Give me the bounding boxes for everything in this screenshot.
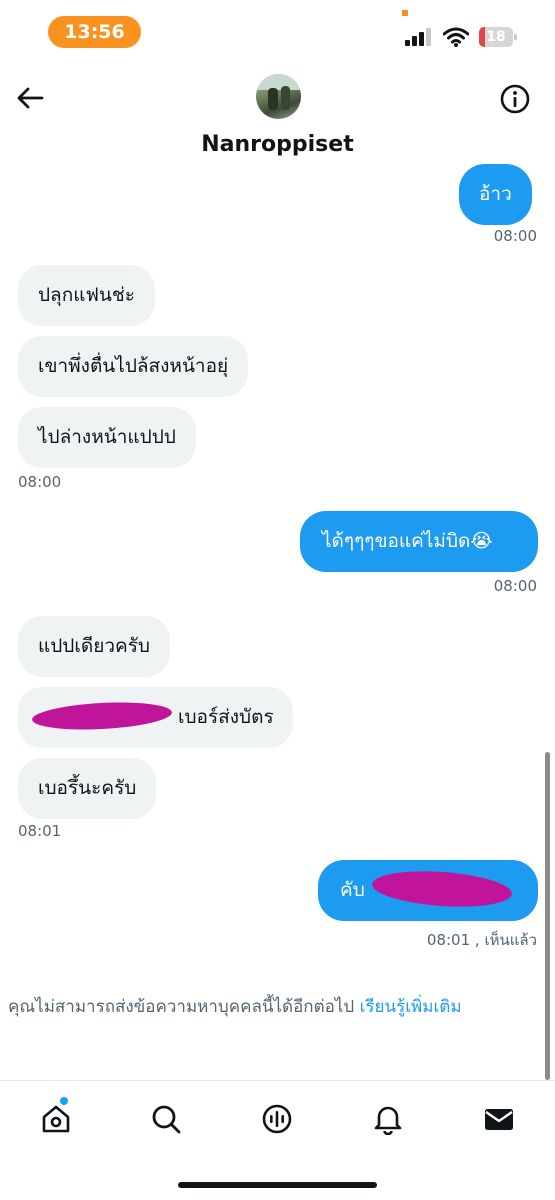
message-bubble-outgoing[interactable]: อ้าว bbox=[459, 164, 532, 225]
message-timestamp: 08:00 bbox=[493, 577, 537, 595]
message-timestamp: 08:00 bbox=[18, 473, 62, 491]
nav-messages[interactable] bbox=[479, 1099, 519, 1139]
arrow-left-icon bbox=[17, 87, 44, 109]
battery-level: 18 bbox=[486, 29, 506, 45]
status-time: 13:56 bbox=[48, 16, 141, 48]
home-icon bbox=[42, 1105, 70, 1133]
mail-icon bbox=[485, 1109, 513, 1130]
message-bubble-incoming[interactable]: ไปล่างหน้าแปปป bbox=[18, 407, 196, 468]
privacy-indicator-dot bbox=[402, 10, 408, 16]
message-timestamp: 08:01 bbox=[18, 822, 62, 840]
message-bubble-incoming[interactable]: เบอรึ้นะครับ bbox=[18, 758, 157, 819]
learn-more-link[interactable]: เรียนรู้เพิ่มเติม bbox=[360, 997, 462, 1017]
notification-dot bbox=[60, 1097, 68, 1105]
battery-cap bbox=[514, 34, 517, 40]
scrollbar[interactable] bbox=[545, 752, 550, 1080]
nav-notifications[interactable] bbox=[368, 1099, 408, 1139]
notice-text: คุณไม่สามารถส่งข้อความหาบุคคลนี้ได้อีกต่… bbox=[8, 997, 355, 1017]
message-timestamp: 08:00 bbox=[493, 227, 537, 245]
message-bubble-incoming[interactable]: แปปเดียวครับ bbox=[18, 616, 170, 677]
message-bubble-outgoing[interactable]: ได้ๆๆๆขอแค่ไม่บิด😭 bbox=[300, 511, 538, 572]
cannot-message-notice: คุณไม่สามารถส่งข้อความหาบุคคลนี้ได้อีกต่… bbox=[8, 993, 553, 1020]
wifi-icon bbox=[443, 27, 469, 47]
back-button[interactable] bbox=[12, 80, 48, 116]
spaces-icon bbox=[262, 1104, 292, 1134]
bottom-navigation bbox=[0, 1080, 555, 1200]
avatar-sky bbox=[256, 74, 301, 90]
battery-indicator: 18 bbox=[479, 27, 517, 47]
bell-icon bbox=[374, 1106, 402, 1135]
contact-name[interactable]: Nanroppiset bbox=[0, 132, 555, 157]
cellular-signal-icon bbox=[405, 28, 431, 46]
message-timestamp-seen: 08:01 , เห็นแล้ว bbox=[426, 931, 537, 949]
nav-search[interactable] bbox=[146, 1099, 186, 1139]
conversation-header: Nanroppiset bbox=[0, 62, 555, 162]
avatar[interactable] bbox=[256, 74, 301, 119]
message-bubble-incoming[interactable]: เขาพึ่งตื่นไปล้สงหน้าอยุ่ bbox=[18, 336, 249, 397]
nav-home[interactable] bbox=[36, 1097, 76, 1139]
nav-spaces[interactable] bbox=[257, 1099, 297, 1139]
info-circle-icon bbox=[500, 84, 530, 114]
status-bar: 13:56 18 bbox=[0, 0, 555, 62]
info-button[interactable] bbox=[496, 80, 534, 118]
avatar-figure bbox=[268, 88, 278, 110]
home-indicator[interactable] bbox=[178, 1182, 377, 1188]
battery-body: 18 bbox=[479, 27, 513, 47]
avatar-figure bbox=[281, 86, 290, 110]
message-bubble-incoming[interactable]: ปลุกแฟนช่ะ bbox=[18, 265, 155, 326]
search-icon bbox=[152, 1105, 181, 1134]
